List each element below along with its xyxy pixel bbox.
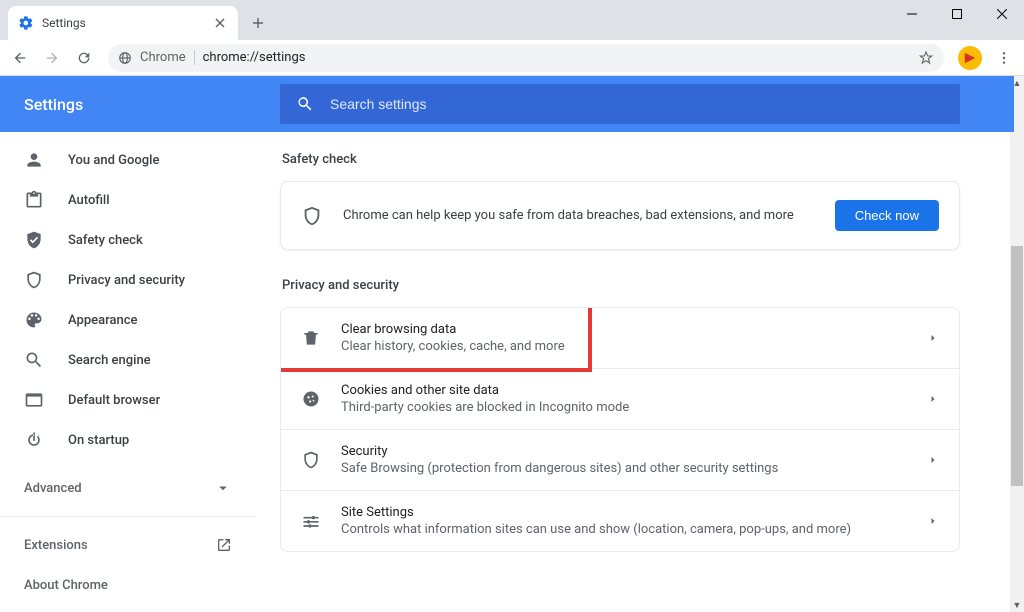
row-title: Security bbox=[341, 444, 907, 459]
row-title: Site Settings bbox=[341, 505, 907, 520]
extension-icon[interactable] bbox=[958, 46, 982, 70]
row-title: Clear browsing data bbox=[341, 322, 907, 337]
window-controls bbox=[889, 0, 1024, 34]
window-titlebar: Settings bbox=[0, 0, 1024, 40]
sidebar-item-autofill[interactable]: Autofill bbox=[0, 180, 256, 220]
sidebar-item-extensions[interactable]: Extensions bbox=[0, 525, 256, 565]
sidebar-divider bbox=[0, 516, 256, 517]
shield-icon bbox=[24, 270, 44, 290]
row-clear-browsing-data[interactable]: Clear browsing data Clear history, cooki… bbox=[281, 308, 959, 369]
back-button[interactable] bbox=[6, 44, 34, 72]
browser-window-icon bbox=[24, 390, 44, 410]
settings-gear-icon bbox=[18, 15, 34, 31]
safety-check-card: Chrome can help keep you safe from data … bbox=[280, 181, 960, 250]
cookie-icon bbox=[301, 389, 321, 409]
safety-check-text: Chrome can help keep you safe from data … bbox=[343, 208, 815, 223]
sidebar-item-label: Privacy and security bbox=[68, 273, 185, 288]
magnify-icon bbox=[24, 350, 44, 370]
chevron-right-icon bbox=[927, 332, 939, 344]
check-now-button[interactable]: Check now bbox=[835, 200, 939, 231]
chevron-down-icon bbox=[214, 479, 232, 497]
trash-icon bbox=[301, 328, 321, 348]
sidebar-item-you-and-google[interactable]: You and Google bbox=[0, 140, 256, 180]
power-icon bbox=[24, 430, 44, 450]
browser-toolbar: Chrome chrome://settings bbox=[0, 40, 1024, 76]
sidebar-item-on-startup[interactable]: On startup bbox=[0, 420, 256, 460]
shield-icon bbox=[301, 205, 323, 227]
page-title: Settings bbox=[0, 95, 256, 114]
address-bar[interactable]: Chrome chrome://settings bbox=[108, 44, 944, 72]
sidebar-item-label: Appearance bbox=[68, 313, 137, 328]
shield-outline-icon bbox=[301, 450, 321, 470]
omnibox-origin: Chrome bbox=[140, 50, 195, 65]
chevron-right-icon bbox=[927, 393, 939, 405]
safety-check-section-title: Safety check bbox=[282, 152, 960, 167]
tab-title: Settings bbox=[42, 16, 204, 30]
tab-close-button[interactable] bbox=[212, 15, 228, 31]
sidebar-item-search-engine[interactable]: Search engine bbox=[0, 340, 256, 380]
row-title: Cookies and other site data bbox=[341, 383, 907, 398]
sidebar-item-appearance[interactable]: Appearance bbox=[0, 300, 256, 340]
row-cookies[interactable]: Cookies and other site data Third-party … bbox=[281, 369, 959, 430]
search-icon bbox=[296, 95, 314, 113]
sidebar-item-label: Autofill bbox=[68, 193, 110, 208]
sidebar-item-about[interactable]: About Chrome bbox=[0, 565, 256, 605]
row-security[interactable]: Security Safe Browsing (protection from … bbox=[281, 430, 959, 491]
settings-search-input[interactable] bbox=[330, 96, 944, 112]
sidebar-item-safety-check[interactable]: Safety check bbox=[0, 220, 256, 260]
page-header: Settings bbox=[0, 76, 1014, 132]
browser-menu-button[interactable] bbox=[990, 44, 1018, 72]
scroll-thumb[interactable] bbox=[1011, 246, 1023, 486]
open-external-icon bbox=[216, 537, 232, 553]
settings-search-box[interactable] bbox=[280, 84, 960, 124]
row-subtitle: Clear history, cookies, cache, and more bbox=[341, 339, 907, 354]
site-info-icon[interactable] bbox=[118, 51, 132, 65]
extensions-label: Extensions bbox=[24, 538, 88, 553]
vertical-scrollbar[interactable]: ▲ ▼ bbox=[1010, 76, 1024, 612]
about-label: About Chrome bbox=[24, 578, 108, 593]
chevron-right-icon bbox=[927, 454, 939, 466]
clipboard-icon bbox=[24, 190, 44, 210]
row-site-settings[interactable]: Site Settings Controls what information … bbox=[281, 491, 959, 551]
shield-check-icon bbox=[24, 230, 44, 250]
settings-main: Safety check Chrome can help keep you sa… bbox=[256, 76, 1024, 612]
palette-icon bbox=[24, 310, 44, 330]
sidebar-item-label: You and Google bbox=[68, 153, 159, 168]
browser-tab[interactable]: Settings bbox=[8, 6, 238, 40]
person-icon bbox=[24, 150, 44, 170]
bookmark-star-icon[interactable] bbox=[918, 50, 934, 66]
forward-button[interactable] bbox=[38, 44, 66, 72]
sidebar-advanced-toggle[interactable]: Advanced bbox=[0, 468, 256, 508]
sidebar-item-label: Safety check bbox=[68, 233, 143, 248]
sidebar-item-label: On startup bbox=[68, 433, 129, 448]
scroll-down-arrow[interactable]: ▼ bbox=[1010, 598, 1024, 612]
settings-sidebar: You and Google Autofill Safety check Pri… bbox=[0, 76, 256, 612]
omnibox-url: chrome://settings bbox=[203, 50, 306, 65]
row-subtitle: Safe Browsing (protection from dangerous… bbox=[341, 461, 907, 476]
window-close-button[interactable] bbox=[979, 0, 1024, 28]
window-maximize-button[interactable] bbox=[934, 0, 979, 28]
sidebar-item-default-browser[interactable]: Default browser bbox=[0, 380, 256, 420]
privacy-section-title: Privacy and security bbox=[282, 278, 960, 293]
row-subtitle: Third-party cookies are blocked in Incog… bbox=[341, 400, 907, 415]
privacy-list-card: Clear browsing data Clear history, cooki… bbox=[280, 307, 960, 552]
reload-button[interactable] bbox=[70, 44, 98, 72]
row-subtitle: Controls what information sites can use … bbox=[341, 522, 907, 537]
sidebar-item-privacy-security[interactable]: Privacy and security bbox=[0, 260, 256, 300]
sidebar-item-label: Default browser bbox=[68, 393, 160, 408]
new-tab-button[interactable] bbox=[244, 9, 272, 37]
chevron-right-icon bbox=[927, 515, 939, 527]
settings-page: Settings You and Google Autofill Safety … bbox=[0, 76, 1024, 612]
sidebar-item-label: Search engine bbox=[68, 353, 151, 368]
window-minimize-button[interactable] bbox=[889, 0, 934, 28]
advanced-label: Advanced bbox=[24, 481, 82, 496]
sliders-icon bbox=[301, 511, 321, 531]
